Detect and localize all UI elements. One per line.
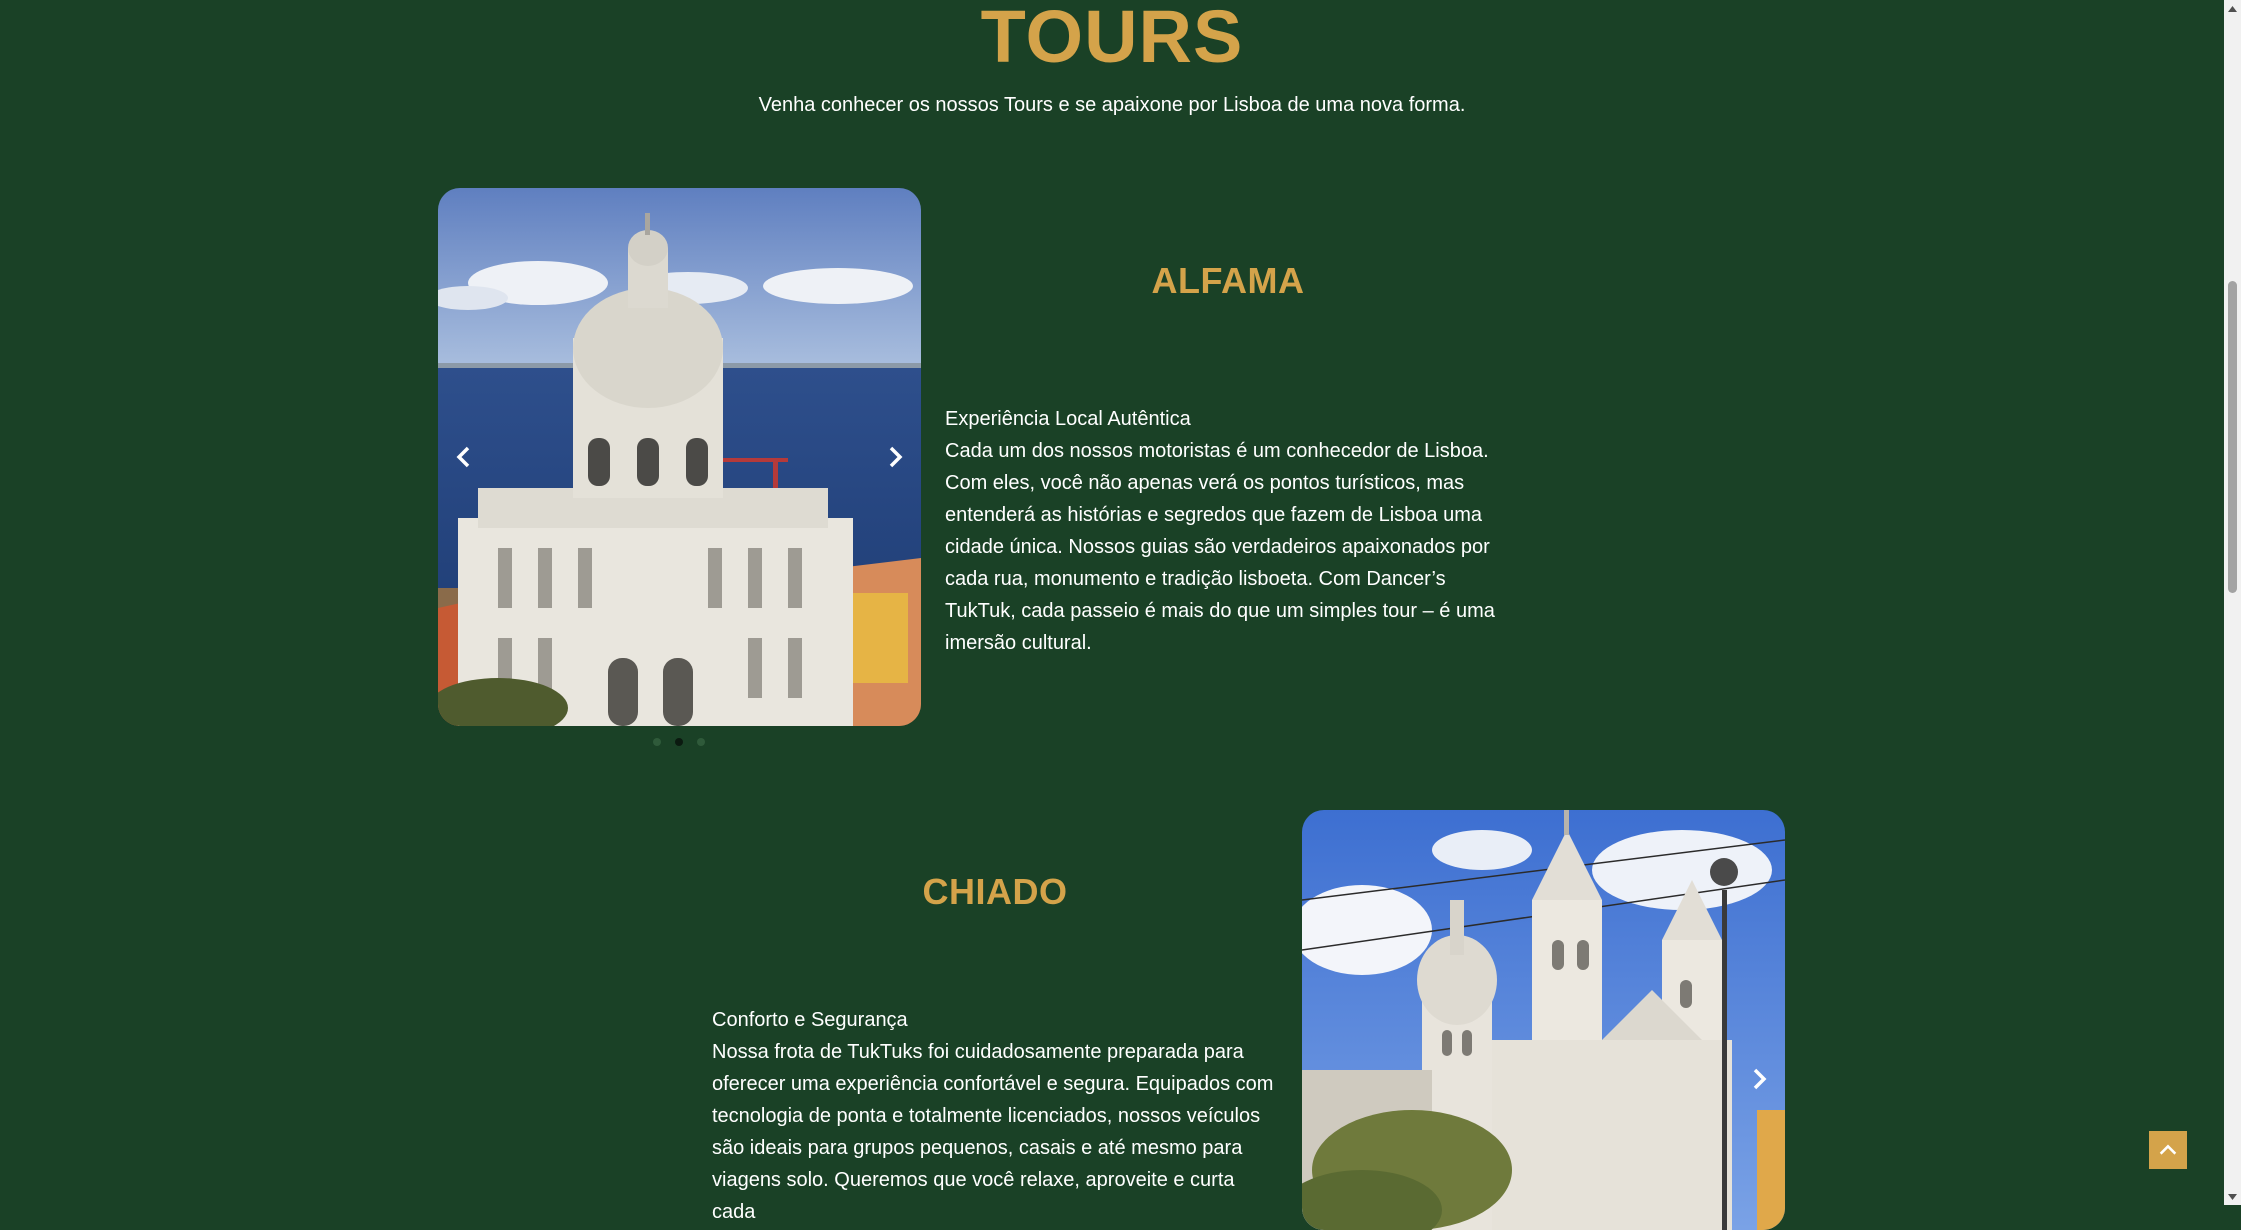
section-title-alfama: ALFAMA [1151, 260, 1305, 301]
page-title: TOURS [980, 0, 1244, 78]
chevron-right-icon [1753, 1068, 1767, 1090]
chevron-up-icon [2159, 1144, 2177, 1155]
scroll-down-arrow-icon[interactable] [2224, 1188, 2241, 1205]
alfama-carousel-dots [653, 738, 705, 746]
chiado-image-carousel[interactable] [1302, 810, 1785, 1230]
pantheon-photo [438, 188, 921, 726]
alfama-prev-button[interactable] [444, 437, 484, 477]
chiado-heading: Conforto e Segurança [712, 1009, 908, 1031]
alfama-image-carousel[interactable] [438, 188, 921, 726]
carousel-dot-1[interactable] [653, 738, 661, 746]
alfama-description: Experiência Local Autêntica Cada um dos … [945, 403, 1515, 659]
estrela-basilica-photo [1302, 810, 1785, 1230]
alfama-heading: Experiência Local Autêntica [945, 408, 1191, 430]
carousel-dot-2[interactable] [675, 738, 683, 746]
scrollbar-thumb[interactable] [2228, 281, 2237, 593]
chiado-body: Nossa frota de TukTuks foi cuidadosament… [712, 1041, 1274, 1223]
scroll-up-arrow-icon[interactable] [2224, 0, 2241, 17]
chiado-description: Conforto e Segurança Nossa frota de TukT… [712, 1004, 1282, 1228]
section-title-chiado: CHIADO [922, 871, 1068, 912]
page-subtitle: Venha conhecer os nossos Tours e se apai… [758, 94, 1466, 116]
chevron-right-icon [889, 446, 903, 468]
chiado-next-button[interactable] [1739, 1059, 1779, 1099]
chevron-left-icon [456, 446, 470, 468]
carousel-dot-3[interactable] [697, 738, 705, 746]
vertical-scrollbar[interactable] [2224, 0, 2241, 1205]
alfama-body: Cada um dos nossos motoristas é um conhe… [945, 440, 1495, 654]
alfama-next-button[interactable] [875, 437, 915, 477]
back-to-top-button[interactable] [2149, 1131, 2187, 1169]
